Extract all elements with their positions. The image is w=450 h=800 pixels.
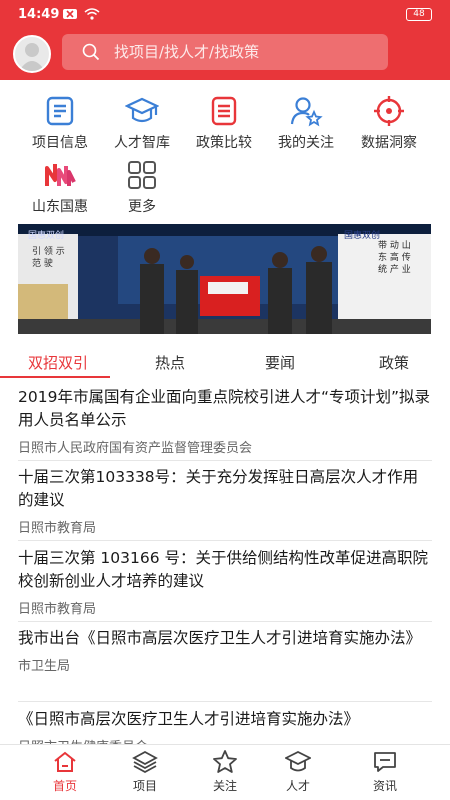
divider xyxy=(18,540,432,541)
news-title: 十届三次第 103166 号：关于供给侧结构性改革促进高职院校创新创业人才培养的… xyxy=(18,549,429,590)
tab-headlines[interactable]: 要闻 xyxy=(240,352,320,373)
news-item[interactable]: 十届三次第 103166 号：关于供给侧结构性改革促进高职院校创新创业人才培养的… xyxy=(18,547,432,617)
quick-link-label: 数据洞察 xyxy=(361,135,417,151)
nav-label: 人才 xyxy=(285,779,310,793)
policy-document-icon xyxy=(211,96,237,126)
news-item[interactable]: 2019年市属国有企业面向重点院校引进人才“专项计划”拟录用人员名单公示 日照市… xyxy=(18,386,432,456)
search-icon xyxy=(82,43,100,61)
news-title: 我市出台《日照市高层次医疗卫生人才引进培育实施办法》 xyxy=(18,629,422,647)
divider xyxy=(18,460,432,461)
home-icon xyxy=(54,751,76,772)
divider xyxy=(18,621,432,622)
news-title: 十届三次第103338号：关于充分发挥驻日高层次人才作用的建议 xyxy=(18,468,419,509)
status-icons xyxy=(62,8,100,20)
news-source: 市卫生局 xyxy=(18,659,71,674)
top-header xyxy=(0,30,450,80)
news-title: 《日照市高层次医疗卫生人才引进培育实施办法》 xyxy=(18,710,360,728)
notification-icon xyxy=(63,9,77,19)
quick-link-talent-pool[interactable]: 人才智库 xyxy=(102,94,182,152)
active-tab-underline xyxy=(0,376,110,378)
divider xyxy=(18,701,432,702)
nav-talent[interactable]: 人才 xyxy=(263,749,333,794)
nav-label: 关注 xyxy=(212,779,237,793)
message-icon xyxy=(374,752,396,772)
user-star-icon xyxy=(290,97,323,127)
nav-label: 资讯 xyxy=(372,779,397,793)
news-source: 日照市人民政府国有资产监督管理委员会 xyxy=(18,441,253,456)
battery-indicator: 48 xyxy=(406,8,432,21)
layers-icon xyxy=(132,750,158,774)
target-icon xyxy=(374,96,404,126)
tab-recruitment[interactable]: 双招双引 xyxy=(18,352,98,373)
status-bar: 14:49 48 xyxy=(0,0,450,30)
nav-follows[interactable]: 关注 xyxy=(190,749,260,794)
quick-link-label: 更多 xyxy=(128,199,156,215)
quick-link-label: 政策比较 xyxy=(196,135,252,151)
banner-right-caption: 带 动 山 东 高 传 统 产 业 xyxy=(378,241,411,275)
status-time: 14:49 xyxy=(18,7,60,22)
wifi-icon xyxy=(84,8,100,20)
quick-link-label: 我的关注 xyxy=(278,135,334,151)
nav-label: 首页 xyxy=(52,779,77,793)
news-source: 日照市教育局 xyxy=(18,521,97,536)
news-title: 2019年市属国有企业面向重点院校引进人才“专项计划”拟录用人员名单公示 xyxy=(18,388,431,429)
quick-link-shandong-guohui[interactable]: 山东国惠 xyxy=(20,158,100,216)
search-input[interactable] xyxy=(114,43,364,61)
nav-projects[interactable]: 项目 xyxy=(110,749,180,794)
quick-link-policy-compare[interactable]: 政策比较 xyxy=(184,94,264,152)
search-bar[interactable] xyxy=(62,34,388,70)
document-list-icon xyxy=(46,96,74,126)
quick-link-label: 人才智库 xyxy=(114,135,170,151)
grid-icon xyxy=(128,161,156,189)
quick-link-my-follows[interactable]: 我的关注 xyxy=(266,94,346,152)
banner-image[interactable]: 国惠双创 国惠双创 引 领 示 范 驶 带 动 山 东 高 传 统 产 业 xyxy=(18,224,431,334)
shandong-guohui-logo xyxy=(45,164,76,186)
avatar[interactable] xyxy=(13,35,51,73)
nav-news[interactable]: 资讯 xyxy=(350,749,420,794)
tab-hot[interactable]: 热点 xyxy=(130,352,210,373)
news-item[interactable]: 十届三次第103338号：关于充分发挥驻日高层次人才作用的建议 日照市教育局 xyxy=(18,466,432,536)
news-item[interactable]: 我市出台《日照市高层次医疗卫生人才引进培育实施办法》 市卫生局 xyxy=(18,627,432,674)
banner-left-caption: 引 领 示 范 驶 xyxy=(32,247,65,269)
quick-link-label: 山东国惠 xyxy=(32,199,88,215)
nav-label: 项目 xyxy=(132,779,157,793)
graduation-cap-icon xyxy=(125,97,159,123)
nav-home[interactable]: 首页 xyxy=(30,749,100,794)
user-avatar-icon xyxy=(19,43,45,71)
news-tabs: 双招双引 热点 要闻 政策 xyxy=(0,352,450,380)
banner-brand: 国惠双创 xyxy=(28,231,65,241)
quick-link-data-insight[interactable]: 数据洞察 xyxy=(349,94,429,152)
star-icon xyxy=(213,750,237,773)
banner-brand-secondary: 国惠双创 xyxy=(344,231,381,241)
quick-link-more[interactable]: 更多 xyxy=(102,158,182,216)
graduation-cap-icon xyxy=(285,750,311,772)
quick-link-project-info[interactable]: 项目信息 xyxy=(20,94,100,152)
bottom-navigation: 首页 项目 关注 人才 资讯 xyxy=(0,744,450,800)
news-source: 日照市教育局 xyxy=(18,602,97,617)
quick-link-label: 项目信息 xyxy=(32,135,88,151)
tab-policy[interactable]: 政策 xyxy=(354,352,434,373)
